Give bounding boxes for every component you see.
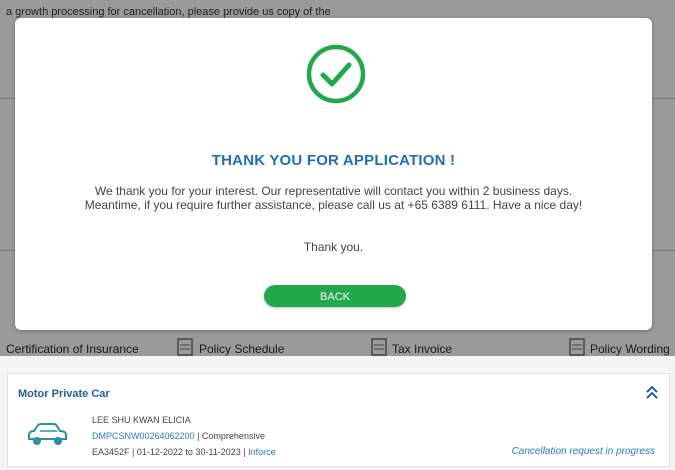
policy-schedule-link[interactable]: Policy Schedule	[199, 342, 284, 356]
policy-state: Inforce	[248, 447, 276, 457]
policy-card: Motor Private Car LEE SHU KWAN ELICIA DM…	[7, 373, 670, 467]
policy-period: 01-12-2022 to 30-11-2023	[136, 447, 241, 457]
modal-title: THANK YOU FOR APPLICATION !	[211, 152, 456, 169]
document-icon	[177, 338, 193, 356]
background-notice-text: a growth processing for cancellation, pl…	[6, 6, 331, 18]
policy-wording-link[interactable]: Policy Wording	[590, 342, 670, 356]
cancellation-status: Cancellation request in progress	[511, 446, 655, 457]
back-button[interactable]: BACK	[264, 285, 406, 307]
document-links-row: Certification of Insurance Policy Schedu…	[0, 338, 675, 358]
confirmation-modal: THANK YOU FOR APPLICATION ! We thank you…	[15, 18, 652, 330]
tax-invoice-link[interactable]: Tax Invoice	[392, 342, 452, 356]
vehicle-number: EA3452F	[92, 447, 130, 457]
certificate-of-insurance-link[interactable]: Certification of Insurance	[6, 342, 139, 356]
modal-message-line-1: We thank you for your interest. Our repr…	[94, 184, 573, 198]
car-icon	[28, 423, 67, 445]
policy-holder-name: LEE SHU KWAN ELICIA	[92, 415, 191, 425]
policy-period-line: EA3452F | 01-12-2022 to 30-11-2023 | Inf…	[92, 447, 276, 457]
policy-plan: Comprehensive	[201, 431, 265, 441]
policy-number-line: DMPCSNW00264062200 | Comprehensive	[92, 431, 265, 441]
policy-type-title: Motor Private Car	[18, 388, 110, 400]
chevron-up-double-icon[interactable]	[645, 384, 659, 400]
modal-message-line-2: Meantime, if you require further assista…	[84, 198, 583, 212]
document-icon	[371, 338, 387, 356]
check-circle-icon	[306, 44, 366, 104]
thank-you-text: Thank you.	[303, 240, 364, 254]
policy-number-link[interactable]: DMPCSNW00264062200	[92, 431, 195, 441]
document-icon	[569, 338, 585, 356]
